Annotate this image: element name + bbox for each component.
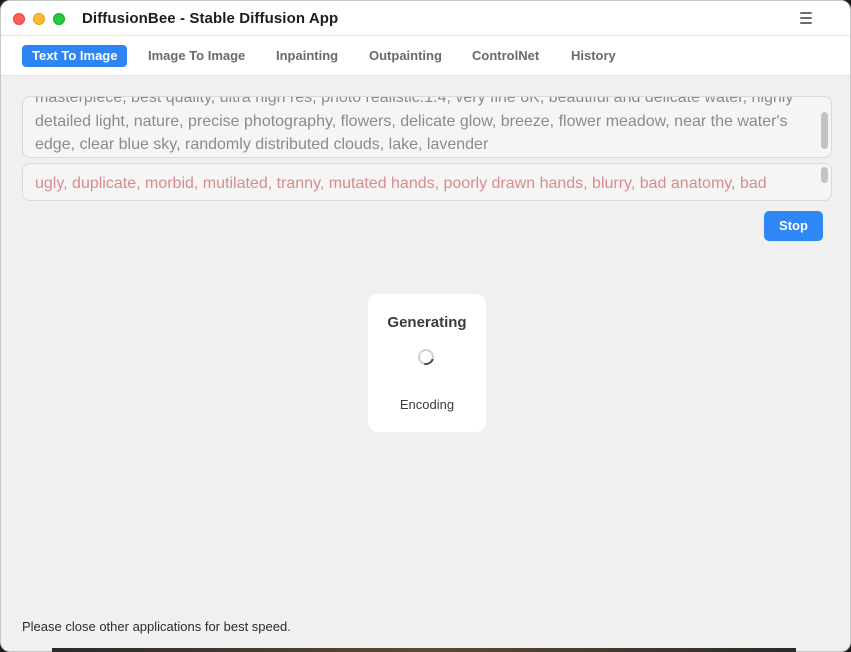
footer-note: Please close other applications for best… [22, 619, 291, 634]
progress-title: Generating [387, 314, 467, 331]
stop-button[interactable]: Stop [764, 211, 823, 241]
negative-prompt-text: ugly, duplicate, morbid, mutilated, tran… [35, 175, 767, 200]
loading-spinner-icon [415, 346, 437, 368]
tab-history[interactable]: History [561, 45, 626, 67]
close-window-button[interactable] [13, 13, 25, 25]
tab-controlnet[interactable]: ControlNet [462, 45, 549, 67]
background-image-strip [52, 648, 796, 652]
tab-outpainting[interactable]: Outpainting [359, 45, 452, 67]
tab-bar: Text To Image Image To Image Inpainting … [1, 36, 850, 76]
title-bar: DiffusionBee - Stable Diffusion App [1, 1, 850, 36]
zoom-window-button[interactable] [53, 13, 65, 25]
prompt-scrollbar[interactable] [821, 112, 828, 149]
hamburger-menu-icon[interactable] [800, 12, 812, 24]
negative-prompt-scrollbar[interactable] [821, 167, 828, 183]
window-title: DiffusionBee - Stable Diffusion App [82, 10, 339, 27]
tab-inpainting[interactable]: Inpainting [266, 45, 348, 67]
prompt-input[interactable]: masterpiece, best quality, ultra high re… [22, 96, 832, 158]
app-window: DiffusionBee - Stable Diffusion App Text… [0, 0, 851, 652]
prompt-text: masterpiece, best quality, ultra high re… [35, 96, 794, 153]
negative-prompt-input[interactable]: ugly, duplicate, morbid, mutilated, tran… [22, 163, 832, 201]
tab-text-to-image[interactable]: Text To Image [22, 45, 128, 67]
tab-image-to-image[interactable]: Image To Image [138, 45, 255, 67]
progress-status: Encoding [399, 397, 455, 412]
progress-card: Generating Encoding [368, 294, 486, 432]
minimize-window-button[interactable] [33, 13, 45, 25]
